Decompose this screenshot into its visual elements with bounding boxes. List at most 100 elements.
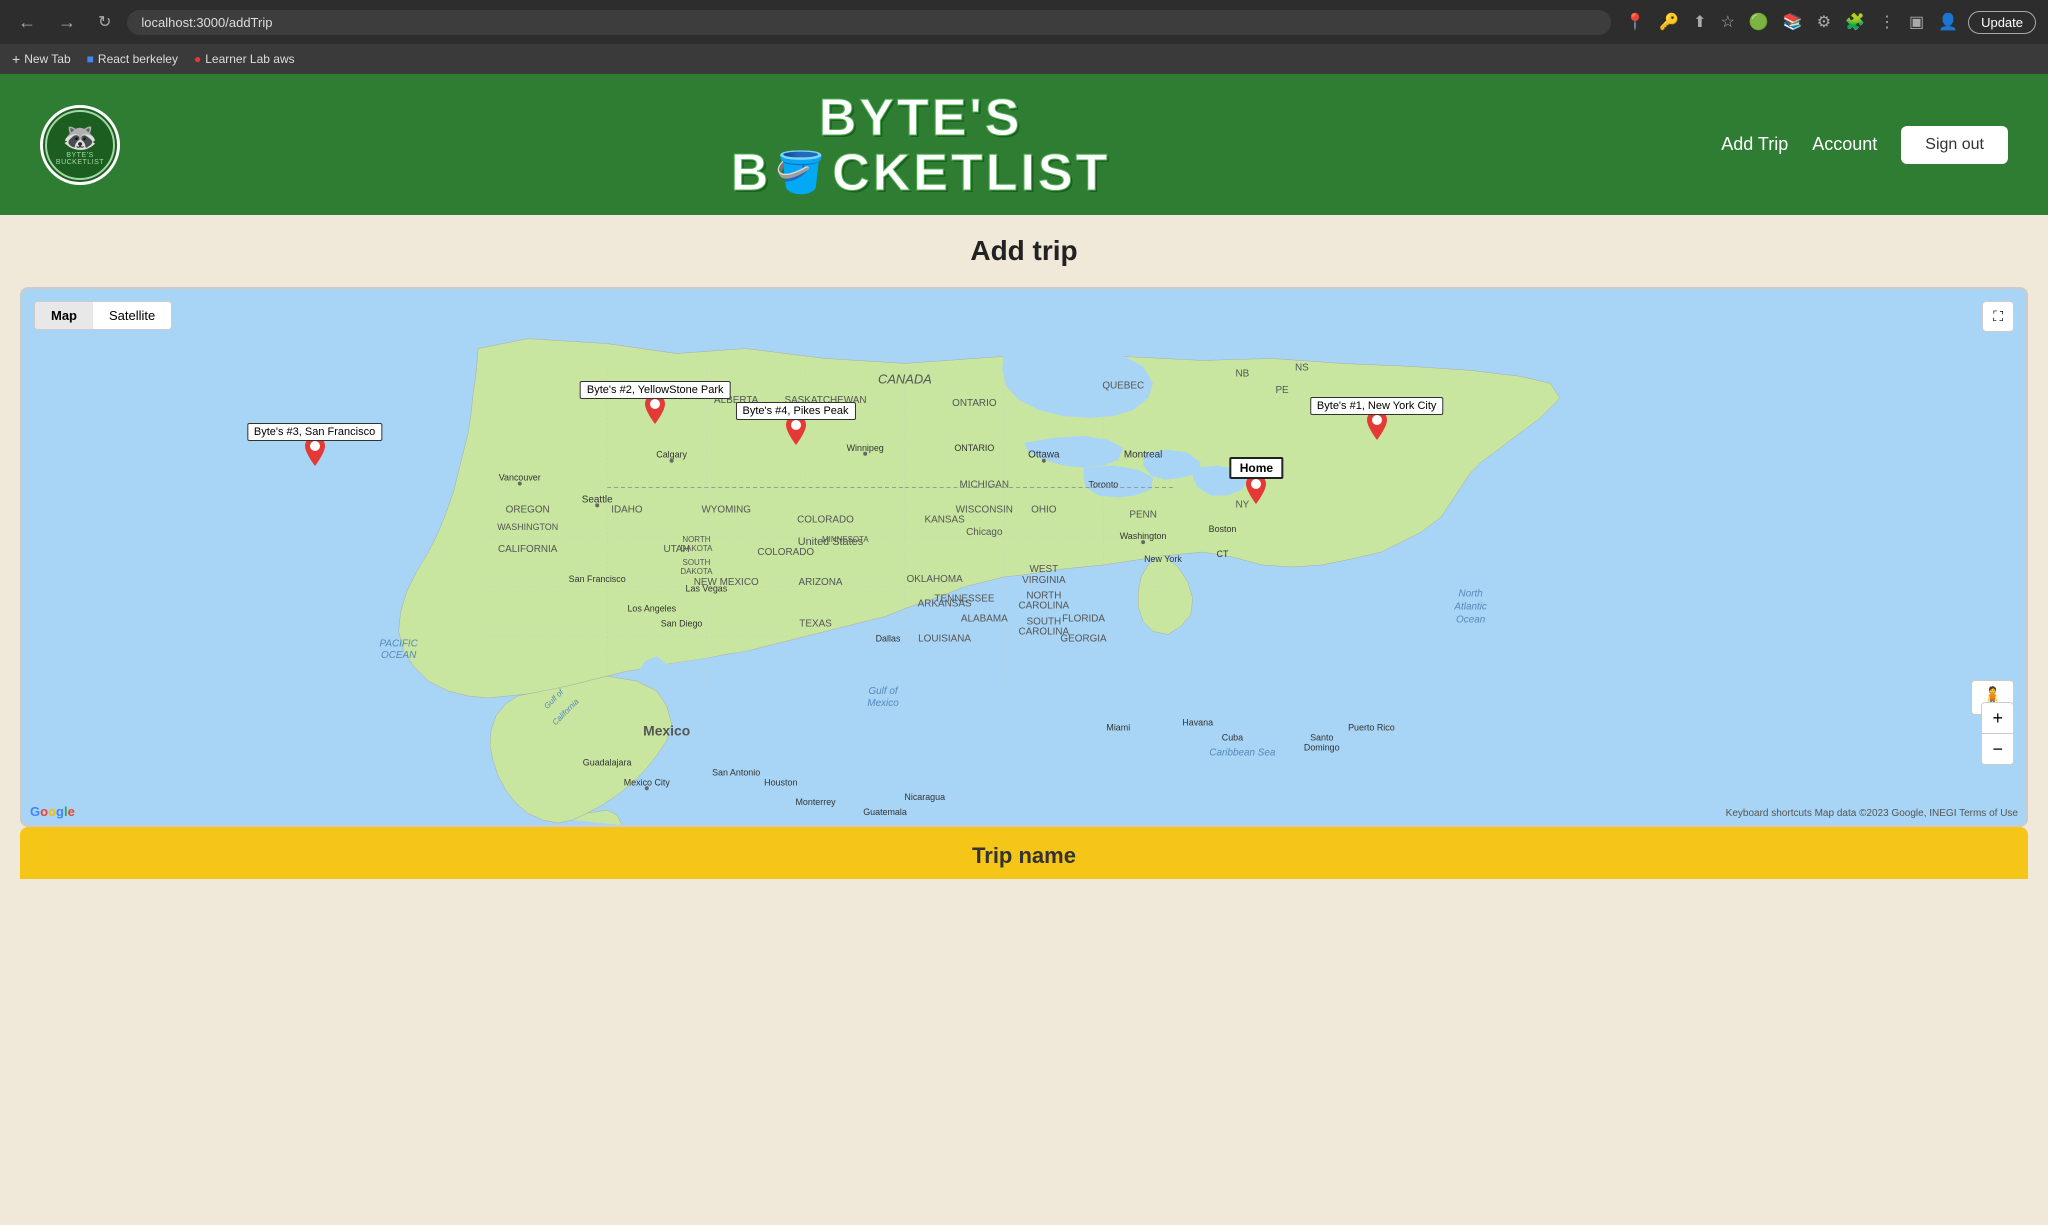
svg-text:CT: CT — [1217, 549, 1229, 559]
title-cketlist: CKETLIST — [832, 147, 1110, 199]
logo-inner: 🦝 BYTE'SBUCKETLIST — [45, 110, 115, 180]
svg-text:Chicago: Chicago — [966, 527, 1003, 538]
zoom-in-button[interactable]: + — [1982, 703, 2013, 734]
svg-text:PENN: PENN — [1129, 509, 1157, 520]
svg-text:Guatemala: Guatemala — [863, 807, 907, 817]
url-bar[interactable]: localhost:3000/addTrip — [127, 10, 1611, 35]
browser-actions: 📍 🔑 ⬆ ☆ 🟢 📚 ⚙ 🧩 ⋮ ▣ 👤 Update — [1621, 10, 2036, 34]
new-tab-icon: + — [12, 51, 20, 67]
location-icon[interactable]: 📍 — [1621, 10, 1649, 34]
url-text: localhost:3000/addTrip — [141, 15, 272, 30]
svg-text:Puerto Rico: Puerto Rico — [1348, 723, 1395, 733]
puzzle-icon[interactable]: 🧩 — [1841, 10, 1869, 34]
svg-text:COLORADO: COLORADO — [797, 514, 854, 525]
menu-icon[interactable]: ⋮ — [1875, 10, 1899, 34]
account-nav-link[interactable]: Account — [1812, 134, 1877, 155]
svg-text:Caribbean Sea: Caribbean Sea — [1209, 748, 1276, 759]
svg-text:Las Vegas: Las Vegas — [686, 584, 728, 594]
google-logo: Google — [30, 804, 75, 819]
svg-text:SOUTH: SOUTH — [683, 558, 711, 567]
svg-text:ALABAMA: ALABAMA — [961, 614, 1008, 625]
svg-text:Mexico City: Mexico City — [624, 777, 671, 787]
bookmark-react[interactable]: ■ React berkeley — [87, 52, 178, 66]
logo[interactable]: 🦝 BYTE'SBUCKETLIST — [40, 105, 120, 185]
sidebar-icon[interactable]: ▣ — [1905, 10, 1928, 34]
svg-text:CAROLINA: CAROLINA — [1019, 601, 1070, 612]
learner-lab-icon: ● — [194, 52, 201, 66]
add-trip-nav-link[interactable]: Add Trip — [1721, 134, 1788, 155]
svg-text:Atlantic: Atlantic — [1453, 602, 1487, 613]
svg-text:San Diego: San Diego — [661, 619, 703, 629]
svg-text:MICHIGAN: MICHIGAN — [960, 480, 1010, 491]
svg-text:Houston: Houston — [764, 777, 797, 787]
reload-button[interactable]: ↻ — [92, 10, 117, 34]
satellite-view-button[interactable]: Satellite — [93, 302, 171, 329]
svg-text:Los Angeles: Los Angeles — [627, 604, 676, 614]
star-icon[interactable]: ☆ — [1717, 10, 1739, 34]
map-zoom-controls: + − — [1981, 702, 2014, 765]
map-background: CANADA ALBERTA SASKATCHEWAN ONTARIO QUEB… — [22, 289, 2026, 825]
svg-text:CALIFORNIA: CALIFORNIA — [498, 544, 558, 555]
svg-text:DAKOTA: DAKOTA — [680, 567, 713, 576]
svg-text:Monterrey: Monterrey — [795, 797, 836, 807]
svg-text:NS: NS — [1295, 363, 1309, 374]
home-label: Home — [1230, 457, 1283, 479]
svg-text:New York: New York — [1144, 554, 1182, 564]
svg-text:CANADA: CANADA — [878, 371, 932, 386]
bookmarks-bar: + New Tab ■ React berkeley ● Learner Lab… — [0, 44, 2048, 74]
map-attribution: Google — [30, 804, 75, 819]
svg-text:Toronto: Toronto — [1089, 480, 1119, 490]
svg-text:Havana: Havana — [1182, 718, 1213, 728]
svg-text:TEXAS: TEXAS — [799, 619, 832, 630]
page-content: Add trip — [0, 215, 2048, 879]
map-footer-text: Keyboard shortcuts Map data ©2023 Google… — [1726, 808, 2018, 819]
settings-icon[interactable]: ⚙ — [1813, 10, 1835, 34]
extension2-icon[interactable]: 📚 — [1779, 10, 1807, 34]
map-container[interactable]: CANADA ALBERTA SASKATCHEWAN ONTARIO QUEB… — [20, 287, 2028, 827]
update-button[interactable]: Update — [1968, 11, 2036, 34]
svg-text:PACIFIC: PACIFIC — [379, 639, 418, 650]
svg-text:WEST: WEST — [1030, 564, 1059, 575]
svg-text:Boston: Boston — [1209, 524, 1237, 534]
svg-text:OCEAN: OCEAN — [381, 650, 417, 661]
bookmark-new-tab[interactable]: + New Tab — [12, 51, 71, 67]
svg-text:WASHINGTON: WASHINGTON — [497, 522, 558, 532]
sign-out-button[interactable]: Sign out — [1901, 126, 2008, 164]
map-view-button[interactable]: Map — [35, 302, 93, 329]
svg-text:San Francisco: San Francisco — [569, 574, 626, 584]
svg-text:ONTARIO: ONTARIO — [954, 443, 994, 453]
browser-chrome: ← → ↻ localhost:3000/addTrip 📍 🔑 ⬆ ☆ 🟢 📚… — [0, 0, 2048, 44]
key-icon[interactable]: 🔑 — [1655, 10, 1683, 34]
svg-text:Calgary: Calgary — [656, 450, 687, 460]
title-b: B — [731, 147, 772, 199]
page-title: Add trip — [0, 215, 2048, 287]
svg-text:Montreal: Montreal — [1124, 450, 1163, 461]
svg-text:WYOMING: WYOMING — [701, 505, 751, 516]
svg-text:Cuba: Cuba — [1222, 733, 1243, 743]
svg-text:North: North — [1459, 589, 1484, 600]
trip-name-bar: Trip name — [20, 827, 2028, 879]
share-icon[interactable]: ⬆ — [1689, 10, 1710, 34]
svg-text:Dallas: Dallas — [876, 634, 901, 644]
svg-text:Mexico: Mexico — [643, 723, 690, 739]
svg-text:PE: PE — [1275, 385, 1289, 396]
svg-text:DAKOTA: DAKOTA — [680, 544, 713, 553]
svg-text:VIRGINIA: VIRGINIA — [1022, 575, 1066, 586]
profile-icon[interactable]: 👤 — [1934, 10, 1962, 34]
pikes-label: Byte's #4, Pikes Peak — [735, 402, 855, 420]
bookmark-learner-lab[interactable]: ● Learner Lab aws — [194, 52, 295, 66]
forward-button[interactable]: → — [52, 10, 82, 35]
svg-text:OHIO: OHIO — [1031, 505, 1057, 516]
raccoon-icon: 🦝 — [63, 124, 98, 152]
zoom-out-button[interactable]: − — [1982, 734, 2013, 764]
extension1-icon[interactable]: 🟢 — [1745, 10, 1773, 34]
svg-text:NORTH: NORTH — [682, 535, 710, 544]
map-fullscreen-button[interactable]: ⛶ — [1982, 301, 2014, 332]
svg-text:LOUISIANA: LOUISIANA — [918, 634, 971, 645]
back-button[interactable]: ← — [12, 10, 42, 35]
svg-text:COLORADO: COLORADO — [757, 547, 814, 558]
svg-text:Nicaragua: Nicaragua — [904, 792, 945, 802]
svg-text:ARIZONA: ARIZONA — [798, 577, 842, 588]
svg-text:FLORIDA: FLORIDA — [1062, 614, 1105, 625]
svg-text:IDAHO: IDAHO — [611, 505, 643, 516]
